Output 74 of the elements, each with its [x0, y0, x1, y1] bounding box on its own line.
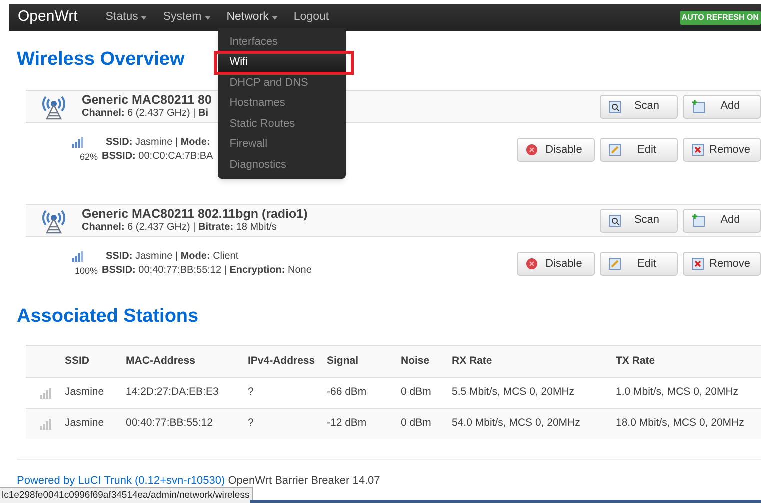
network-bssid-line: BSSID: 00:40:77:BB:55:12 | Encryption: None	[102, 264, 312, 278]
table-cell-text: 18.0 Mbit/s, MCS 0, 20MHz	[616, 416, 746, 432]
column-header: MAC-Address	[126, 354, 196, 369]
column-header: TX Rate	[616, 354, 656, 369]
table-cell-text: -12 dBm	[327, 416, 368, 432]
table-cell-text: Jasmine	[65, 416, 106, 432]
magnifier-icon	[609, 100, 621, 112]
column-header: Signal	[327, 354, 360, 369]
dropdown-item[interactable]: DHCP and DNS	[218, 72, 346, 94]
nav-menu[interactable]: System	[155, 8, 219, 26]
radio-info: Channel: 6 (2.437 GHz) | Bi	[82, 107, 209, 120]
section-heading: Associated Stations	[17, 305, 199, 329]
signal-bars-icon	[72, 251, 84, 262]
nav-menu[interactable]: Logout	[286, 8, 338, 26]
brand-logo[interactable]: OpenWrt	[18, 6, 78, 29]
luci-link[interactable]: Powered by LuCI Trunk (0.12+svn-r10530)	[17, 473, 226, 490]
table-cell-text: 0 dBm	[401, 385, 432, 400]
table-cell-text: ?	[248, 385, 255, 400]
caret-icon	[204, 16, 211, 20]
delete-icon	[692, 258, 704, 270]
table-cell-text: -66 dBm	[327, 385, 368, 400]
stop-icon	[526, 144, 538, 156]
pencil-icon	[609, 144, 621, 156]
status-url-bar: lc1e298fe0041c0996f69af34514ea/admin/network/wireless	[0, 487, 253, 503]
add-button[interactable]: Add	[683, 94, 761, 118]
table-cell-text: 0 dBm	[401, 416, 432, 432]
section-heading: Wireless Overview	[17, 48, 185, 72]
dropdown-item[interactable]: Interfaces	[218, 32, 346, 52]
dropdown-item[interactable]: Hostnames	[218, 93, 346, 114]
remove-button[interactable]: Remove	[683, 252, 761, 276]
add-page-icon	[692, 214, 705, 227]
disable-button[interactable]: Disable	[517, 138, 595, 162]
table-cell-text: 5.5 Mbit/s, MCS 0, 20MHz	[452, 385, 576, 400]
column-header: IPv4-Address	[248, 354, 316, 369]
radio-name: Generic MAC80211 80	[82, 93, 212, 107]
pencil-icon	[609, 258, 621, 270]
table-cell-text: ?	[248, 416, 255, 432]
table-cell-text: 00:40:77:BB:55:12	[126, 416, 214, 432]
edit-button[interactable]: Edit	[600, 252, 678, 276]
column-header: Noise	[401, 354, 431, 369]
signal-bars-icon	[40, 418, 52, 430]
radio-info: Channel: 6 (2.437 GHz) | Bitrate: 18 Mbit/s	[82, 221, 277, 234]
edit-button[interactable]: Edit	[600, 138, 678, 162]
scan-button[interactable]: Scan	[600, 208, 678, 232]
column-header: RX Rate	[452, 354, 494, 369]
delete-icon	[692, 144, 704, 156]
add-page-icon	[692, 100, 705, 113]
footer-text: OpenWrt Barrier Breaker 14.07	[228, 474, 380, 489]
caret-icon	[272, 16, 278, 20]
table-cell-text: 14:2D:27:DA:EB:E3	[126, 385, 220, 400]
column-header: SSID	[65, 354, 91, 369]
remove-button[interactable]: Remove	[683, 138, 761, 162]
table-cell-text: 54.0 Mbit/s, MCS 0, 20MHz	[452, 416, 582, 432]
network-ssid-line: SSID: Jasmine | Mode:	[105, 136, 210, 150]
network-bssid-line: BSSID: 00:C0:CA:7B:BA	[102, 150, 214, 164]
add-button[interactable]: Add	[683, 208, 761, 232]
signal-percent: 62%	[80, 151, 98, 164]
nav-menu[interactable]: Status	[98, 8, 156, 26]
table-cell-text: Jasmine	[65, 385, 106, 400]
scan-button[interactable]: Scan	[600, 94, 678, 118]
caret-icon	[141, 16, 148, 20]
nav-menu[interactable]: Network	[218, 8, 286, 26]
dropdown-item[interactable]: Diagnostics	[218, 154, 346, 176]
signal-percent: 100%	[74, 265, 98, 278]
disable-button[interactable]: Disable	[517, 252, 595, 276]
network-ssid-line: SSID: Jasmine | Mode: Client	[105, 250, 239, 264]
radio-name: Generic MAC80211 802.11bgn (radio1)	[82, 207, 308, 221]
magnifier-icon	[609, 214, 621, 226]
table-cell-text: 1.0 Mbit/s, MCS 0, 20MHz	[616, 385, 740, 400]
signal-bars-icon	[40, 388, 52, 398]
stop-icon	[526, 258, 538, 270]
signal-bars-icon	[72, 137, 84, 148]
dropdown-item[interactable]: Firewall	[218, 134, 346, 155]
dropdown-item[interactable]: Static Routes	[218, 114, 346, 134]
